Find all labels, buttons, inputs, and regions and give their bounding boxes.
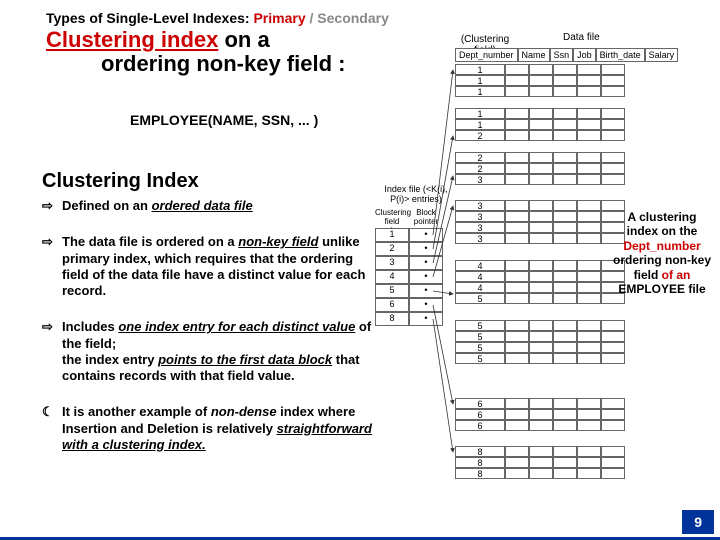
schema-text: EMPLOYEE(NAME, SSN, ... ) [130, 112, 318, 128]
header-sep: / [306, 10, 318, 26]
bullet-glyph: ⇨ [42, 319, 62, 384]
table-row: 5 [455, 342, 625, 353]
table-row: 2 [455, 163, 625, 174]
index-row: 8• [375, 312, 443, 326]
table-row: 1 [455, 119, 625, 130]
caption-text: A clustering index on the [627, 210, 698, 238]
table-row: 6 [455, 420, 625, 431]
data-block: 666 [455, 398, 625, 431]
bullet-text: Defined on an ordered data file [62, 198, 372, 214]
table-row: 3 [455, 211, 625, 222]
table-row: 4 [455, 260, 625, 271]
data-block: 3333 [455, 200, 625, 244]
table-row: 2 [455, 152, 625, 163]
subtitle-rest1: on a [218, 27, 269, 52]
bullet-text: It is another example of non-dense index… [62, 404, 372, 453]
data-block: 5555 [455, 320, 625, 364]
bullet-glyph: ⇨ [42, 198, 62, 214]
column-header: Birth_date [596, 48, 645, 62]
caption-text: EMPLOYEE file [618, 282, 705, 296]
table-row: 3 [455, 174, 625, 185]
index-table: 1•2•3•4•5•6•8• [375, 228, 443, 326]
data-block: 4445 [455, 260, 625, 304]
table-row: 8 [455, 468, 625, 479]
section-title: Clustering Index [42, 170, 199, 193]
index-file-label: Index file (<K(i), P(i)> entries) [381, 184, 451, 204]
data-block: 112 [455, 108, 625, 141]
data-file-label: Data file [563, 32, 600, 43]
subtitle-emph: Clustering index [46, 27, 218, 52]
data-block: 888 [455, 446, 625, 479]
column-header: Name [518, 48, 550, 62]
table-row: 1 [455, 86, 625, 97]
table-row: 1 [455, 64, 625, 75]
page-number: 9 [682, 510, 714, 534]
bullet-glyph: ☾ [42, 404, 62, 453]
table-row: 8 [455, 457, 625, 468]
subtitle-rest2: ordering non-key field : [46, 51, 345, 76]
bullet-item: ⇨Includes one index entry for each disti… [42, 319, 372, 384]
index-row: 6• [375, 298, 443, 312]
header-primary: Primary [253, 10, 305, 26]
data-file-header: Dept_numberNameSsnJobBirth_dateSalary [455, 48, 678, 62]
subtitle: Clustering index on a ordering non-key f… [46, 28, 366, 76]
header-secondary: Secondary [317, 10, 389, 26]
table-row: 3 [455, 222, 625, 233]
index-row: 1• [375, 228, 443, 242]
bullet-item: ☾It is another example of non-dense inde… [42, 404, 372, 453]
header-prefix: Types of Single-Level Indexes: [46, 10, 250, 26]
data-block: 223 [455, 152, 625, 185]
bullet-item: ⇨Defined on an ordered data file [42, 198, 372, 214]
column-header: Salary [645, 48, 679, 62]
bullet-text: The data file is ordered on a non-key fi… [62, 234, 372, 299]
table-row: 8 [455, 446, 625, 457]
bullet-item: ⇨The data file is ordered on a non-key f… [42, 234, 372, 299]
table-row: 3 [455, 233, 625, 244]
table-row: 4 [455, 282, 625, 293]
table-row: 5 [455, 320, 625, 331]
table-row: 2 [455, 130, 625, 141]
table-row: 3 [455, 200, 625, 211]
figure-caption: A clustering index on the Dept_number or… [613, 210, 711, 296]
bullet-text: Includes one index entry for each distin… [62, 319, 372, 384]
column-header: Job [573, 48, 596, 62]
page-header: Types of Single-Level Indexes: Primary /… [46, 10, 389, 26]
table-row: 5 [455, 293, 625, 304]
table-row: 5 [455, 353, 625, 364]
bullet-glyph: ⇨ [42, 234, 62, 299]
table-row: 1 [455, 75, 625, 86]
table-row: 1 [455, 108, 625, 119]
table-row: 4 [455, 271, 625, 282]
caption-emph: Dept_number [623, 239, 700, 253]
index-row: 5• [375, 284, 443, 298]
index-row: 4• [375, 270, 443, 284]
table-row: 6 [455, 409, 625, 420]
column-header: Dept_number [455, 48, 518, 62]
index-row: 2• [375, 242, 443, 256]
caption-emph: of an [662, 268, 691, 282]
column-header: Ssn [550, 48, 574, 62]
index-row: 3• [375, 256, 443, 270]
data-block: 111 [455, 64, 625, 97]
bullet-list: ⇨Defined on an ordered data file⇨The dat… [42, 198, 372, 473]
table-row: 5 [455, 331, 625, 342]
table-row: 6 [455, 398, 625, 409]
